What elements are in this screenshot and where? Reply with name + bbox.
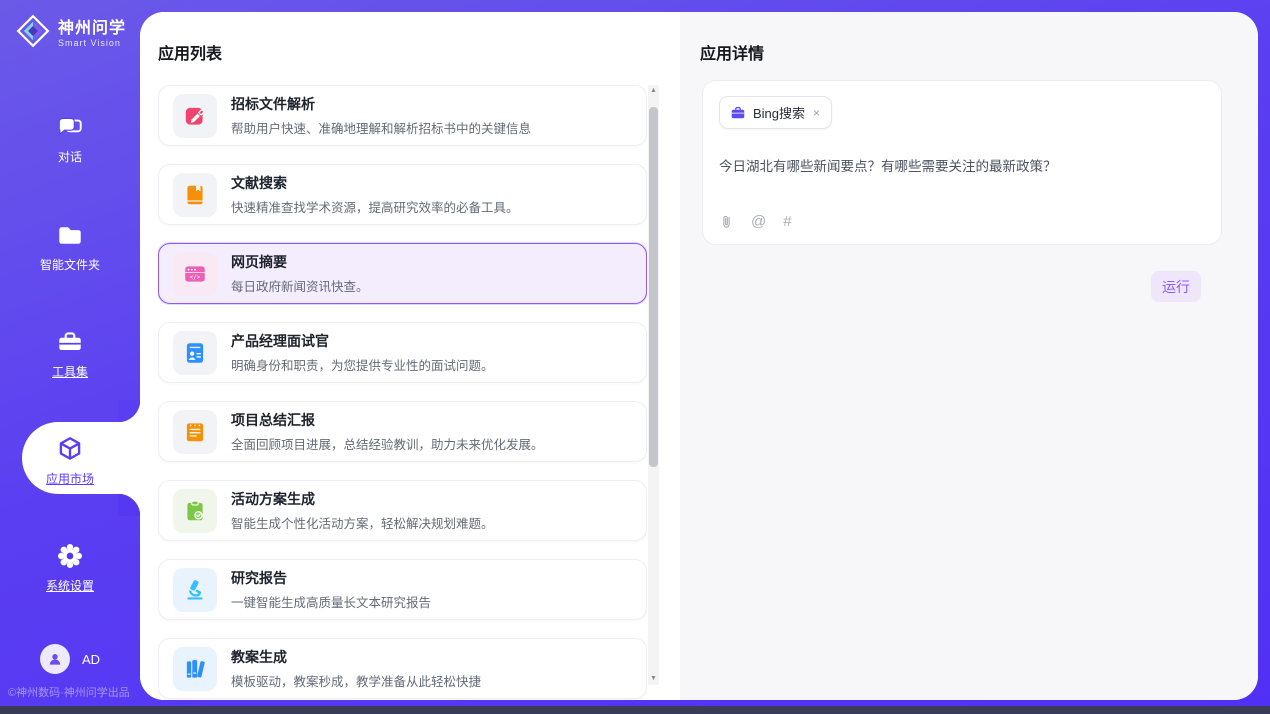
- avatar: [40, 644, 70, 674]
- clipboard-icon: [173, 489, 217, 533]
- user-account[interactable]: AD: [0, 644, 140, 674]
- user-name: AD: [82, 652, 100, 667]
- app-card-list: 招标文件解析 帮助用户快速、准确地理解和解析招标书中的关键信息 文献搜索 快速精…: [158, 85, 647, 700]
- paperclip-icon[interactable]: [719, 213, 734, 230]
- person-icon: [46, 650, 64, 668]
- app-card-pm-interviewer[interactable]: 产品经理面试官 明确身份和职责，为您提供专业性的面试问题。: [158, 322, 647, 383]
- microscope-icon: [173, 568, 217, 612]
- close-icon[interactable]: ×: [812, 106, 821, 120]
- brand-logo: 神州问学 Smart Vision: [0, 0, 140, 48]
- sidebar-item-settings[interactable]: 系统设置: [0, 541, 140, 595]
- app-list-title: 应用列表: [140, 12, 680, 64]
- app-desc: 全面回顾项目进展，总结经验教训，助力未来优化发展。: [231, 434, 544, 453]
- app-desc: 每日政府新闻资讯快查。: [231, 276, 369, 295]
- sidebar-item-app-market[interactable]: 应用市场: [0, 434, 140, 488]
- app-name: 活动方案生成: [231, 489, 494, 509]
- diamond-logo-icon: [16, 14, 50, 48]
- edit-doc-icon: [173, 94, 217, 138]
- app-desc: 明确身份和职责，为您提供专业性的面试问题。: [231, 355, 494, 374]
- app-detail-title: 应用详情: [680, 12, 1258, 64]
- copyright-footer: ©神州数码·神州问学出品: [8, 684, 140, 700]
- app-name: 教案生成: [231, 647, 481, 667]
- sidebar-item-chat[interactable]: 对话: [0, 112, 140, 166]
- app-desc: 帮助用户快速、准确地理解和解析招标书中的关键信息: [231, 118, 531, 137]
- notepad-icon: [173, 410, 217, 454]
- app-card-bid-parse[interactable]: 招标文件解析 帮助用户快速、准确地理解和解析招标书中的关键信息: [158, 85, 647, 146]
- app-card-literature-search[interactable]: 文献搜索 快速精准查找学术资源，提高研究效率的必备工具。: [158, 164, 647, 225]
- app-card-research-report[interactable]: 研究报告 一键智能生成高质量长文本研究报告: [158, 559, 647, 620]
- sidebar-item-label: 系统设置: [46, 579, 94, 593]
- scrollbar-thumb[interactable]: [649, 107, 658, 467]
- sidebar-item-label: 工具集: [52, 365, 88, 379]
- sidebar: 神州问学 Smart Vision 对话 智能文件夹 工具集: [0, 0, 140, 706]
- bottom-bar: [0, 706, 1270, 714]
- tool-tag-bing-search[interactable]: Bing搜索 ×: [719, 96, 832, 129]
- scroll-up-arrow-icon[interactable]: ▲: [648, 85, 659, 97]
- scroll-down-arrow-icon[interactable]: ▼: [648, 673, 659, 685]
- svg-text:</>: </>: [190, 274, 201, 281]
- brand-subtitle: Smart Vision: [58, 38, 126, 48]
- attachment-toolbar: @ #: [719, 213, 792, 230]
- sidebar-item-toolset[interactable]: 工具集: [0, 327, 140, 381]
- app-list-panel: 应用列表 招标文件解析 帮助用户快速、准确地理解和解析招标书中的关键信息: [140, 12, 680, 700]
- at-icon[interactable]: @: [751, 213, 766, 230]
- folder-icon: [55, 220, 85, 250]
- sidebar-item-label: 对话: [58, 150, 82, 164]
- app-detail-panel: 应用详情 Bing搜索 × 今日湖北有哪些新闻要点？有哪些需要关注的最新政策？ …: [680, 12, 1258, 700]
- list-scrollbar[interactable]: ▲ ▼: [648, 85, 659, 685]
- chat-icon: [55, 112, 85, 142]
- app-name: 研究报告: [231, 568, 431, 588]
- run-button[interactable]: 运行: [1151, 271, 1201, 302]
- app-name: 项目总结汇报: [231, 410, 544, 430]
- app-name: 网页摘要: [231, 252, 369, 272]
- app-name: 产品经理面试官: [231, 331, 494, 351]
- tool-tag-label: Bing搜索: [753, 103, 805, 122]
- sidebar-item-smart-folder[interactable]: 智能文件夹: [0, 220, 140, 274]
- brand-name: 神州问学: [58, 14, 126, 38]
- app-card-project-summary[interactable]: 项目总结汇报 全面回顾项目进展，总结经验教训，助力未来优化发展。: [158, 401, 647, 462]
- book-icon: [173, 173, 217, 217]
- gear-icon: [55, 541, 85, 571]
- app-desc: 快速精准查找学术资源，提高研究效率的必备工具。: [231, 197, 519, 216]
- app-name: 招标文件解析: [231, 94, 531, 114]
- sidebar-item-label: 应用市场: [46, 472, 94, 486]
- app-card-lesson-plan[interactable]: 教案生成 模板驱动，教案秒成，教学准备从此轻松快捷: [158, 638, 647, 699]
- interview-icon: [173, 331, 217, 375]
- query-text[interactable]: 今日湖北有哪些新闻要点？有哪些需要关注的最新政策？: [719, 155, 1205, 175]
- app-name: 文献搜索: [231, 173, 519, 193]
- app-card-event-plan[interactable]: 活动方案生成 智能生成个性化活动方案，轻松解决规划难题。: [158, 480, 647, 541]
- app-desc: 智能生成个性化活动方案，轻松解决规划难题。: [231, 513, 494, 532]
- app-desc: 模板驱动，教案秒成，教学准备从此轻松快捷: [231, 671, 481, 690]
- sidebar-item-label: 智能文件夹: [40, 258, 100, 272]
- cube-icon: [55, 434, 85, 464]
- app-desc: 一键智能生成高质量长文本研究报告: [231, 592, 431, 611]
- prompt-card: Bing搜索 × 今日湖北有哪些新闻要点？有哪些需要关注的最新政策？ @ #: [702, 80, 1222, 245]
- hash-icon[interactable]: #: [783, 213, 791, 230]
- briefcase-icon: [730, 105, 746, 121]
- browser-icon: </>: [173, 252, 217, 296]
- toolbox-icon: [55, 327, 85, 357]
- main-content: 应用列表 招标文件解析 帮助用户快速、准确地理解和解析招标书中的关键信息: [140, 12, 1258, 700]
- books-icon: [173, 647, 217, 691]
- app-card-web-summary[interactable]: </> 网页摘要 每日政府新闻资讯快查。: [158, 243, 647, 304]
